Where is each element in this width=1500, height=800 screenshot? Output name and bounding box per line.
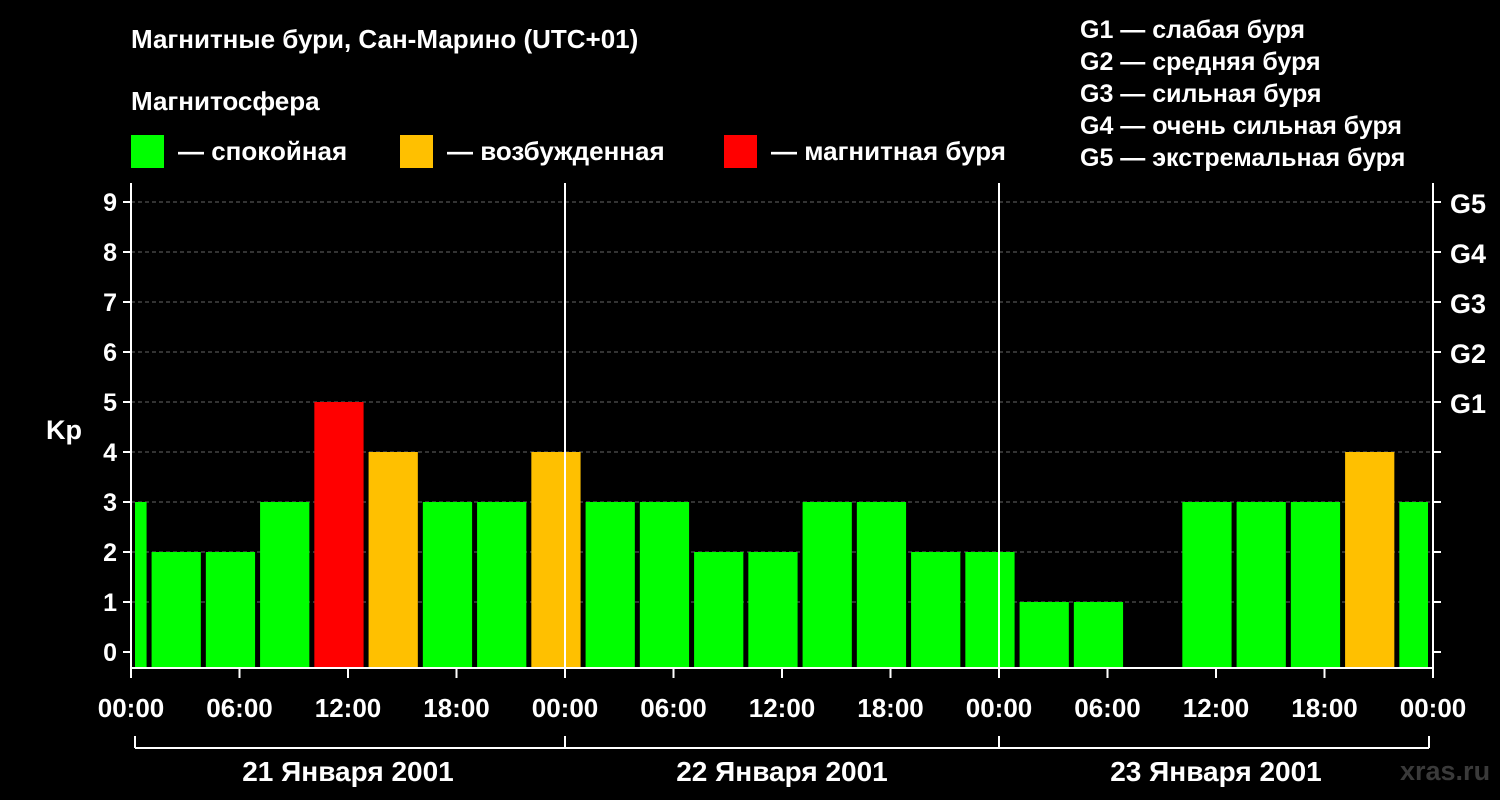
y-tick-label: 4	[103, 439, 117, 467]
x-tick-label: 12:00	[315, 693, 382, 723]
x-tick-label: 12:00	[1183, 693, 1250, 723]
day-label: 23 Января 2001	[1110, 756, 1322, 787]
bar-kp	[368, 452, 418, 668]
g-level-label: G1	[1450, 389, 1486, 419]
bar-kp	[205, 552, 256, 668]
y-tick-label: 8	[103, 239, 117, 267]
x-tick-label: 00:00	[532, 693, 599, 723]
bar-kp	[135, 502, 147, 668]
bar-kp	[1019, 602, 1069, 668]
y-tick-label: 9	[103, 189, 117, 217]
bar-kp	[1073, 602, 1124, 668]
bar-kp	[1182, 502, 1232, 668]
kp-bar-chart: 0 1 2 3 4 5 6 7 8 9 Kp G1 G2 G3 G4 G5 00:00 06:00 12:00 18:…	[46, 183, 1486, 787]
bar-kp	[1399, 502, 1428, 668]
bar-kp	[260, 502, 310, 668]
bar-kp	[1290, 502, 1341, 668]
bar-kp	[694, 552, 744, 668]
g-level-label: G2	[1450, 339, 1486, 369]
x-tick-label: 06:00	[1074, 693, 1141, 723]
bar-kp	[1236, 502, 1286, 668]
bar-kp	[314, 402, 364, 668]
bar-kp	[585, 502, 635, 668]
day-label: 22 Января 2001	[676, 756, 888, 787]
g-level-label: G4	[1450, 239, 1486, 269]
bar-kp	[1345, 452, 1395, 668]
x-tick-label: 00:00	[966, 693, 1033, 723]
y-tick-label: 7	[103, 289, 117, 317]
x-tick-label: 06:00	[206, 693, 273, 723]
y-tick-label: 1	[103, 589, 117, 617]
x-tick-label: 00:00	[1400, 693, 1467, 723]
bar-kp	[802, 502, 852, 668]
y-tick-label: 3	[103, 489, 117, 517]
x-tick-label: 18:00	[1291, 693, 1358, 723]
bar-kp	[856, 502, 907, 668]
bar-kp	[531, 452, 581, 668]
bar-kp	[911, 552, 961, 668]
x-tick-label: 12:00	[749, 693, 816, 723]
bar-kp	[748, 552, 798, 668]
y-tick-label: 0	[103, 639, 117, 667]
x-tick-label: 18:00	[423, 693, 490, 723]
bar-kp	[477, 502, 527, 668]
g-level-label: G5	[1450, 189, 1486, 219]
y-tick-label: 5	[103, 389, 117, 417]
x-tick-label: 00:00	[98, 693, 165, 723]
y-tick-label: 6	[103, 339, 117, 367]
bar-kp	[965, 552, 1015, 668]
g-level-label: G3	[1450, 289, 1486, 319]
x-tick-label: 06:00	[640, 693, 707, 723]
y-tick-label: 2	[103, 539, 117, 567]
bar-kp	[151, 552, 201, 668]
x-tick-label: 18:00	[857, 693, 924, 723]
watermark: xras.ru	[1400, 756, 1491, 786]
y-axis-label: Kp	[46, 415, 82, 445]
bar-kp	[422, 502, 473, 668]
day-label: 21 Января 2001	[242, 756, 454, 787]
bar-kp	[639, 502, 690, 668]
